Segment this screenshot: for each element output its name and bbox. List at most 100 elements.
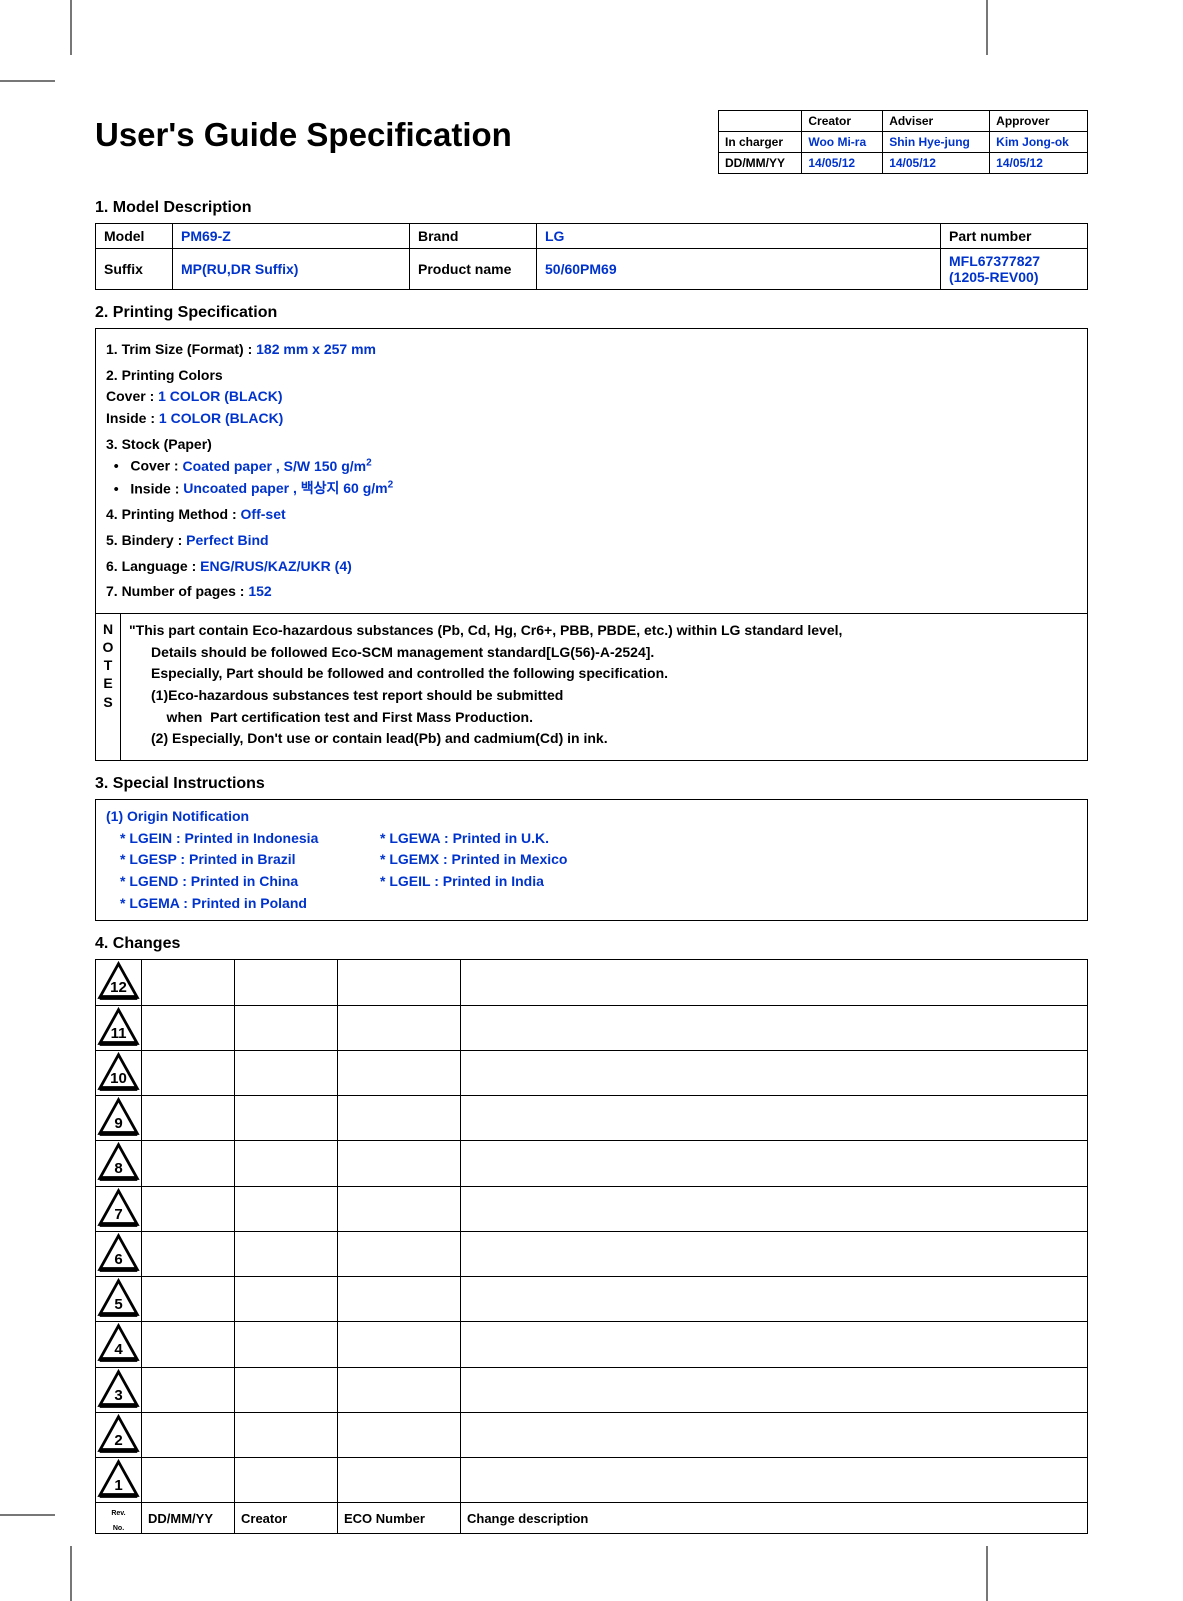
model-table: Model PM69-Z Brand LG Part number Suffix… xyxy=(95,223,1088,290)
changes-cell xyxy=(235,1141,338,1186)
rev-triangle-icon: 10 xyxy=(96,1050,142,1095)
changes-cell xyxy=(338,1231,461,1276)
changes-row: 8 xyxy=(96,1141,1088,1186)
changes-cell xyxy=(235,1412,338,1457)
changes-cell xyxy=(142,960,235,1005)
changes-row: 6 xyxy=(96,1231,1088,1276)
approval-h-approver: Approver xyxy=(990,111,1088,132)
changes-cell xyxy=(235,1186,338,1231)
changes-cell xyxy=(142,1050,235,1095)
changes-table: 121110987654321 Rev. No. DD/MM/YY Creato… xyxy=(95,959,1088,1534)
changes-cell xyxy=(235,1367,338,1412)
rev-triangle-icon: 9 xyxy=(96,1096,142,1141)
changes-cell xyxy=(142,1186,235,1231)
changes-cell xyxy=(461,1005,1088,1050)
changes-cell xyxy=(338,1005,461,1050)
changes-cell xyxy=(142,1231,235,1276)
page-title: User's Guide Specification xyxy=(95,110,718,154)
changes-cell xyxy=(235,1050,338,1095)
changes-cell xyxy=(461,1322,1088,1367)
rev-triangle-icon: 2 xyxy=(96,1412,142,1457)
rev-triangle-icon: 3 xyxy=(96,1367,142,1412)
changes-cell xyxy=(461,1277,1088,1322)
changes-cell xyxy=(461,1231,1088,1276)
changes-cell xyxy=(235,1096,338,1141)
svg-text:7: 7 xyxy=(114,1206,122,1223)
changes-row: 7 xyxy=(96,1186,1088,1231)
changes-cell xyxy=(142,1096,235,1141)
changes-cell xyxy=(338,1186,461,1231)
svg-text:10: 10 xyxy=(110,1070,127,1087)
model-value: PM69-Z xyxy=(173,224,410,249)
brand-value: LG xyxy=(537,224,941,249)
changes-row: 4 xyxy=(96,1322,1088,1367)
changes-row: 2 xyxy=(96,1412,1088,1457)
changes-h-date: DD/MM/YY xyxy=(142,1503,235,1534)
changes-cell xyxy=(142,1005,235,1050)
changes-cell xyxy=(235,1005,338,1050)
changes-cell xyxy=(235,1231,338,1276)
changes-cell xyxy=(461,1050,1088,1095)
svg-text:3: 3 xyxy=(114,1387,122,1404)
notes-vertical-label: N O T E S xyxy=(96,614,121,760)
svg-text:6: 6 xyxy=(114,1251,122,1268)
changes-cell xyxy=(142,1412,235,1457)
rev-triangle-icon: 5 xyxy=(96,1277,142,1322)
changes-cell xyxy=(142,1322,235,1367)
svg-text:11: 11 xyxy=(111,1025,127,1042)
svg-text:2: 2 xyxy=(114,1432,122,1449)
changes-cell xyxy=(461,1096,1088,1141)
svg-text:4: 4 xyxy=(114,1341,123,1358)
changes-cell xyxy=(461,1458,1088,1503)
changes-cell xyxy=(338,1458,461,1503)
approval-h-adviser: Adviser xyxy=(883,111,990,132)
changes-h-eco: ECO Number xyxy=(338,1503,461,1534)
changes-cell xyxy=(461,1412,1088,1457)
notes-content: "This part contain Eco-hazardous substan… xyxy=(121,614,1087,760)
approval-adviser-name: Shin Hye-jung xyxy=(883,132,990,153)
approval-approver-date: 14/05/12 xyxy=(990,153,1088,174)
changes-row: 11 xyxy=(96,1005,1088,1050)
approval-row1-label: In charger xyxy=(719,132,802,153)
changes-cell xyxy=(461,960,1088,1005)
changes-cell xyxy=(235,1458,338,1503)
changes-row: 12 xyxy=(96,960,1088,1005)
approval-adviser-date: 14/05/12 xyxy=(883,153,990,174)
changes-h-creator: Creator xyxy=(235,1503,338,1534)
rev-triangle-icon: 11 xyxy=(96,1005,142,1050)
changes-cell xyxy=(235,1322,338,1367)
changes-cell xyxy=(338,960,461,1005)
changes-cell xyxy=(235,960,338,1005)
changes-cell xyxy=(338,1096,461,1141)
svg-text:12: 12 xyxy=(110,979,127,996)
changes-cell xyxy=(461,1367,1088,1412)
prodname-label: Product name xyxy=(410,249,537,290)
approval-creator-name: Woo Mi-ra xyxy=(802,132,883,153)
rev-triangle-icon: 4 xyxy=(96,1322,142,1367)
rev-triangle-icon: 8 xyxy=(96,1141,142,1186)
rev-triangle-icon: 12 xyxy=(96,960,142,1005)
rev-triangle-icon: 1 xyxy=(96,1458,142,1503)
approval-blank xyxy=(719,111,802,132)
suffix-label: Suffix xyxy=(96,249,173,290)
changes-row: 3 xyxy=(96,1367,1088,1412)
changes-cell xyxy=(338,1367,461,1412)
partnum-value: MFL67377827(1205-REV00) xyxy=(941,249,1088,290)
changes-cell xyxy=(338,1277,461,1322)
suffix-value: MP(RU,DR Suffix) xyxy=(173,249,410,290)
approval-creator-date: 14/05/12 xyxy=(802,153,883,174)
changes-cell xyxy=(142,1141,235,1186)
model-label: Model xyxy=(96,224,173,249)
rev-triangle-icon: 6 xyxy=(96,1231,142,1276)
partnum-label: Part number xyxy=(941,224,1088,249)
changes-row: 1 xyxy=(96,1458,1088,1503)
approval-approver-name: Kim Jong-ok xyxy=(990,132,1088,153)
svg-text:9: 9 xyxy=(114,1115,122,1132)
changes-cell xyxy=(461,1141,1088,1186)
changes-cell xyxy=(338,1412,461,1457)
approval-table: Creator Adviser Approver In charger Woo … xyxy=(718,110,1088,174)
svg-text:1: 1 xyxy=(114,1477,122,1494)
svg-text:5: 5 xyxy=(114,1296,122,1313)
origin-box: (1) Origin Notification * LGEIN : Printe… xyxy=(95,799,1088,921)
changes-cell xyxy=(235,1277,338,1322)
